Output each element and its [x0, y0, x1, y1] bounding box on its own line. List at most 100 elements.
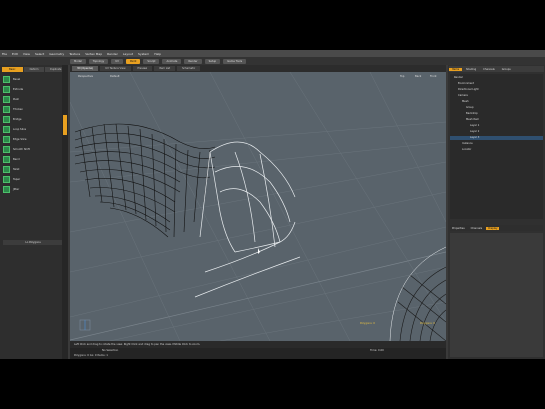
tree-item[interactable]: Mesh Item: [466, 118, 479, 121]
lo-polygons-button[interactable]: Lo Polygons: [3, 240, 63, 245]
tab-paint[interactable]: Paint: [125, 58, 141, 64]
tree-item[interactable]: Mesh: [462, 100, 469, 103]
tool-smooth-shift[interactable]: Smooth Shift: [3, 145, 63, 154]
bend-icon: [3, 156, 10, 163]
tree-item[interactable]: Group: [466, 106, 474, 109]
push-icon: [3, 96, 10, 103]
right-tabs: Items Shading Channels Groups: [449, 66, 544, 72]
tree-item[interactable]: Layer 1: [470, 124, 479, 127]
tool-label: Jitter: [13, 188, 20, 191]
status-bar: No Selection Polygons: 0 GL: 0 Items: 1 …: [70, 348, 446, 359]
tool-taper[interactable]: Taper: [3, 175, 63, 184]
right-tab-items[interactable]: Items: [449, 67, 462, 71]
prop-tab-display[interactable]: Display: [486, 226, 500, 230]
menu-layout[interactable]: Layout: [123, 52, 133, 56]
white-wire-shell: [194, 141, 301, 298]
vp-tab-preview[interactable]: Preview: [132, 66, 153, 71]
menu-texture[interactable]: Texture: [69, 52, 80, 56]
tab-uv[interactable]: UV: [111, 58, 123, 64]
left-tool-panel: Basic Deform Duplicate Bevel Extrude Pus…: [0, 65, 68, 359]
tree-item[interactable]: Locator: [462, 148, 471, 151]
right-tab-channels[interactable]: Channels: [480, 68, 498, 71]
viewport-label-right[interactable]: Default: [110, 75, 119, 78]
tool-label: Smooth Shift: [13, 148, 30, 151]
3d-viewport[interactable]: Perspective Default Top Back Front Polyg…: [70, 72, 446, 341]
tab-animate[interactable]: Animate: [162, 58, 182, 64]
vp-tab-item-list[interactable]: Item List: [154, 66, 176, 71]
taper-icon: [3, 176, 10, 183]
tree-item[interactable]: Backdrop: [466, 112, 478, 115]
properties-panel: [450, 233, 543, 357]
menu-view[interactable]: View: [23, 52, 30, 56]
menu-geometry[interactable]: Geometry: [49, 52, 64, 56]
active-strip-marker: [63, 115, 67, 135]
vertical-tab-strip[interactable]: [62, 65, 68, 359]
prop-tab-channels[interactable]: Channels: [469, 227, 485, 230]
viewport-corner-top[interactable]: Top: [400, 75, 404, 78]
tree-selection-highlight: [450, 136, 543, 140]
tool-label: Twist: [13, 168, 20, 171]
vp-tab-3d[interactable]: 3D (OpenGL): [72, 66, 99, 71]
menu-edit[interactable]: Edit: [12, 52, 18, 56]
tree-item[interactable]: Instance: [462, 142, 473, 145]
prop-tab-properties[interactable]: Properties: [450, 227, 467, 230]
tab-model[interactable]: Model: [70, 58, 86, 64]
tree-item[interactable]: Render: [454, 76, 463, 79]
tree-item[interactable]: Environment: [458, 82, 474, 85]
polygon-count-right: Polygons: 0: [420, 322, 435, 325]
tab-sculpt[interactable]: Sculpt: [143, 58, 160, 64]
left-tabs: Basic Deform Duplicate: [2, 67, 67, 72]
tool-jitter[interactable]: Jitter: [3, 185, 63, 194]
tool-bevel[interactable]: Bevel: [3, 75, 63, 84]
tree-item[interactable]: Layer 3: [470, 136, 479, 139]
thicken-icon: [3, 106, 10, 113]
viewport-label-left[interactable]: Perspective: [78, 75, 93, 78]
menu-file[interactable]: File: [2, 52, 7, 56]
menu-select[interactable]: Select: [35, 52, 44, 56]
viewport-scene: [70, 72, 446, 341]
tab-game-tools[interactable]: Game Tools: [223, 58, 247, 64]
left-tab-basic[interactable]: Basic: [2, 67, 23, 72]
right-tab-groups[interactable]: Groups: [499, 68, 514, 71]
status-info: Polygons: 0 GL: 0 Items: 1: [74, 354, 108, 357]
right-tab-shading[interactable]: Shading: [463, 68, 479, 71]
vp-tab-schematic[interactable]: Schematic: [177, 66, 201, 71]
detail-mesh: [397, 266, 446, 341]
tool-push[interactable]: Push: [3, 95, 63, 104]
tree-item[interactable]: Layer 2: [470, 130, 479, 133]
tool-extrude[interactable]: Extrude: [3, 85, 63, 94]
viewport-corner-back[interactable]: Back: [415, 75, 421, 78]
tool-bridge[interactable]: Bridge: [3, 115, 63, 124]
tab-render[interactable]: Render: [184, 58, 202, 64]
tool-label: Bend: [13, 158, 20, 161]
tool-label: Loop Slice: [13, 128, 27, 131]
twist-icon: [3, 166, 10, 173]
menu-system[interactable]: System: [138, 52, 149, 56]
item-tree[interactable]: Render Environment Directional Light Cam…: [450, 74, 543, 219]
jitter-icon: [3, 186, 10, 193]
mouse-cursor-icon: [258, 248, 260, 254]
left-tab-deform[interactable]: Deform: [23, 67, 45, 72]
input-hint-bar: Left Click and drag to rotate the view. …: [70, 341, 446, 348]
modo-app-window: File Edit View Select Geometry Texture V…: [0, 50, 545, 359]
tool-bend[interactable]: Bend: [3, 155, 63, 164]
tool-twist[interactable]: Twist: [3, 165, 63, 174]
tree-item[interactable]: Directional Light: [458, 88, 479, 91]
menu-render[interactable]: Render: [107, 52, 118, 56]
viewport-corner-front[interactable]: Front: [430, 75, 437, 78]
tab-setup[interactable]: Setup: [204, 58, 221, 64]
tool-edge-slice[interactable]: Edge Slice: [3, 135, 63, 144]
status-time: Time: 0.00: [370, 349, 384, 352]
axis-gizmo: [79, 319, 91, 331]
tab-topology[interactable]: Topology: [88, 58, 109, 64]
tool-label: Edge Slice: [13, 138, 27, 141]
vp-tab-uv[interactable]: UV Texture View: [100, 66, 131, 71]
menu-help[interactable]: Help: [154, 52, 161, 56]
tree-item[interactable]: Camera: [458, 94, 468, 97]
layout-toolbar: Model Topology UV Paint Sculpt Animate R…: [0, 57, 545, 65]
menu-vertex-map[interactable]: Vertex Map: [85, 52, 102, 56]
tool-label: Push: [13, 98, 20, 101]
smooth-shift-icon: [3, 146, 10, 153]
tool-thicken[interactable]: Thicken: [3, 105, 63, 114]
tool-loop-slice[interactable]: Loop Slice: [3, 125, 63, 134]
